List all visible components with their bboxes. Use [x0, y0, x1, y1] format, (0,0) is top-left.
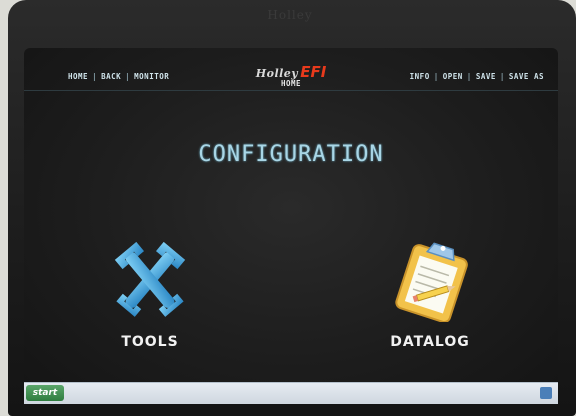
- nav-separator: |: [499, 71, 505, 81]
- brand-logo[interactable]: Holley EFI HOME: [236, 62, 346, 88]
- nav-home-link[interactable]: HOME: [68, 72, 88, 81]
- nav-separator: |: [125, 71, 131, 81]
- touch-screen: HOME | BACK | MONITOR Holley EFI HOME INF…: [24, 48, 558, 403]
- nav-separator: |: [466, 71, 472, 81]
- nav-right-group: INFO | OPEN | SAVE | SAVE AS: [410, 70, 544, 82]
- brand-efi-mark: EFI: [300, 63, 327, 81]
- nav-separator: |: [433, 71, 439, 81]
- tray-icon[interactable]: [540, 387, 552, 399]
- clipboard-icon: [395, 242, 468, 322]
- datalog-tile[interactable]: DATALOG: [360, 238, 500, 350]
- nav-separator: |: [92, 71, 98, 81]
- wrench-icon: [114, 241, 186, 317]
- nav-left-group: HOME | BACK | MONITOR: [68, 70, 169, 82]
- nav-info-link[interactable]: INFO: [410, 72, 430, 81]
- nav-save-as-link[interactable]: SAVE AS: [509, 72, 544, 81]
- brand-home-label: HOME: [280, 79, 302, 88]
- tools-label: TOOLS: [121, 334, 179, 350]
- tools-tile[interactable]: TOOLS: [80, 238, 220, 350]
- nav-open-link[interactable]: OPEN: [443, 72, 463, 81]
- nav-monitor-link[interactable]: MONITOR: [134, 72, 169, 81]
- nav-back-link[interactable]: BACK: [101, 72, 121, 81]
- nav-save-link[interactable]: SAVE: [476, 72, 496, 81]
- datalog-label: DATALOG: [390, 334, 470, 350]
- os-taskbar: start: [24, 382, 558, 404]
- top-nav-bar: HOME | BACK | MONITOR Holley EFI HOME INF…: [24, 48, 558, 91]
- bezel-logo: Holley: [267, 8, 313, 22]
- start-button[interactable]: start: [26, 385, 64, 401]
- page-title: CONFIGURATION: [198, 142, 384, 167]
